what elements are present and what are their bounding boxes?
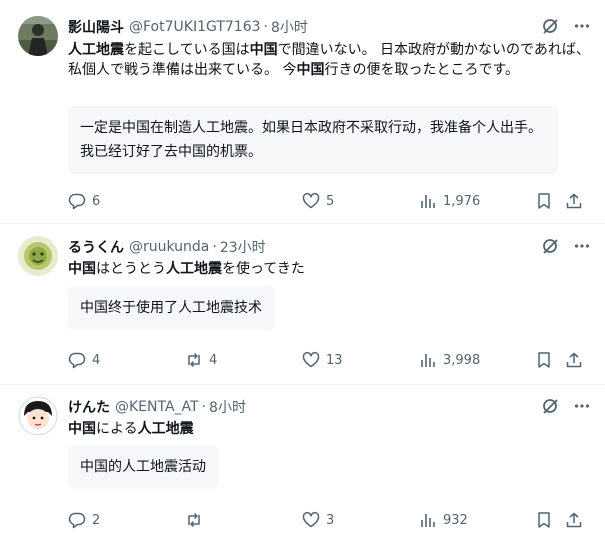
more-icon[interactable]: [573, 397, 591, 415]
reply-icon: [68, 351, 86, 369]
views-icon: [419, 511, 437, 529]
view-count: 932: [443, 512, 468, 528]
reply-count: 4: [92, 352, 101, 368]
views-icon: [419, 192, 437, 210]
post-header: るうくん @ruukunda · 23小时: [68, 237, 266, 257]
reply-button[interactable]: 4: [68, 351, 100, 369]
handle[interactable]: @Fot7UKI1GT7163: [129, 19, 261, 35]
timestamp[interactable]: 8小时: [209, 397, 246, 417]
post-text: 人工地震を起こしている国は中国で間違いない。 日本政府が動かないのであれば、私個…: [68, 40, 598, 80]
heart-icon: [302, 351, 320, 369]
views-button[interactable]: 3,998: [419, 351, 480, 369]
post-text: 中国による人工地震: [68, 419, 598, 439]
post-text: 中国はとうとう人工地震を使ってきた: [68, 259, 598, 279]
repost-button[interactable]: 4: [185, 351, 217, 369]
avatar[interactable]: [18, 16, 58, 56]
action-bar: 2 3 932: [0, 511, 605, 533]
action-bar: 4 4 13 3,998: [0, 351, 605, 373]
display-name[interactable]: 影山陽斗: [68, 17, 124, 37]
highlighted-term: 人工地震: [68, 42, 124, 58]
bookmark-icon: [535, 511, 553, 529]
grok-slash-icon[interactable]: [541, 397, 559, 415]
post-top-icons: [541, 17, 591, 35]
text-segment: による: [96, 421, 138, 437]
share-button[interactable]: [565, 192, 583, 210]
highlighted-term: 人工地震: [166, 261, 222, 277]
post-top-icons: [541, 237, 591, 255]
translation-box: 一定是中国在制造人工地震。如果日本政府不采取行动，我准备个人出手。我已经订好了去…: [68, 106, 558, 174]
avatar[interactable]: [18, 236, 58, 276]
like-button[interactable]: 13: [302, 351, 343, 369]
view-count: 3,998: [443, 352, 481, 368]
translation-text: 一定是中国在制造人工地震。如果日本政府不采取行动，我准备个人出手。我已经订好了去…: [80, 120, 542, 160]
separator-dot: ·: [201, 399, 207, 415]
reply-button[interactable]: 2: [68, 511, 100, 529]
timestamp[interactable]: 8小时: [271, 17, 308, 37]
highlighted-term: 中国: [296, 62, 325, 78]
translation-text: 中国的人工地震活动: [80, 459, 206, 475]
text-segment: を使ってきた: [222, 261, 305, 277]
post-2[interactable]: るうくん @ruukunda · 23小时 中国はとうとう人工地震を使ってきた …: [0, 224, 605, 384]
reply-count: 6: [92, 193, 101, 209]
grok-slash-icon[interactable]: [541, 237, 559, 255]
view-count: 1,976: [443, 193, 481, 209]
text-segment: を起こしている国は: [124, 42, 250, 58]
views-icon: [419, 351, 437, 369]
translation-box: 中国终于使用了人工地震技术: [68, 286, 274, 330]
translation-box: 中国的人工地震活动: [68, 445, 218, 489]
post-top-icons: [541, 397, 591, 415]
post-header: 影山陽斗 @Fot7UKI1GT7163 · 8小时: [68, 17, 308, 37]
bookmark-button[interactable]: [535, 192, 553, 210]
text-segment: はとうとう: [96, 261, 166, 277]
repost-icon: [185, 511, 203, 529]
views-button[interactable]: 932: [419, 511, 468, 529]
like-count: 3: [326, 512, 335, 528]
separator-dot: ·: [212, 239, 217, 255]
text-segment: 行きの便を取ったところです。: [324, 62, 520, 78]
heart-icon: [302, 192, 320, 210]
share-icon: [565, 192, 583, 210]
like-count: 5: [326, 193, 335, 209]
display-name[interactable]: けんた: [68, 397, 110, 417]
reply-button[interactable]: 6: [68, 192, 100, 210]
bookmark-button[interactable]: [535, 511, 553, 529]
reply-count: 2: [92, 512, 101, 528]
repost-icon: [185, 351, 203, 369]
highlighted-term: 中国: [68, 261, 96, 277]
share-button[interactable]: [565, 351, 583, 369]
views-button[interactable]: 1,976: [419, 192, 480, 210]
like-button[interactable]: 5: [302, 192, 334, 210]
display-name[interactable]: るうくん: [68, 237, 124, 257]
separator-dot: ·: [263, 19, 268, 35]
post-3[interactable]: けんた @KENTA_AT · 8小时 中国による人工地震 中国的人工地震活动 …: [0, 385, 605, 558]
repost-count: 4: [209, 352, 218, 368]
handle[interactable]: @KENTA_AT: [115, 399, 199, 415]
more-icon[interactable]: [573, 17, 591, 35]
repost-button[interactable]: [185, 511, 209, 529]
bookmark-button[interactable]: [535, 351, 553, 369]
like-button[interactable]: 3: [302, 511, 334, 529]
highlighted-term: 中国: [68, 421, 96, 437]
heart-icon: [302, 511, 320, 529]
post-header: けんた @KENTA_AT · 8小时: [68, 397, 246, 417]
share-icon: [565, 511, 583, 529]
share-icon: [565, 351, 583, 369]
highlighted-term: 人工地震: [137, 421, 194, 437]
avatar[interactable]: [18, 396, 58, 436]
post-1[interactable]: 影山陽斗 @Fot7UKI1GT7163 · 8小时 人工地震を起こしている国は…: [0, 0, 605, 223]
more-icon[interactable]: [573, 237, 591, 255]
timestamp[interactable]: 23小时: [220, 237, 266, 257]
reply-icon: [68, 511, 86, 529]
bookmark-icon: [535, 351, 553, 369]
action-bar: 6 5 1,976: [0, 192, 605, 214]
highlighted-term: 中国: [249, 42, 278, 58]
reply-icon: [68, 192, 86, 210]
grok-slash-icon[interactable]: [541, 17, 559, 35]
translation-text: 中国终于使用了人工地震技术: [80, 300, 262, 316]
bookmark-icon: [535, 192, 553, 210]
handle[interactable]: @ruukunda: [129, 239, 209, 255]
share-button[interactable]: [565, 511, 583, 529]
like-count: 13: [326, 352, 343, 368]
